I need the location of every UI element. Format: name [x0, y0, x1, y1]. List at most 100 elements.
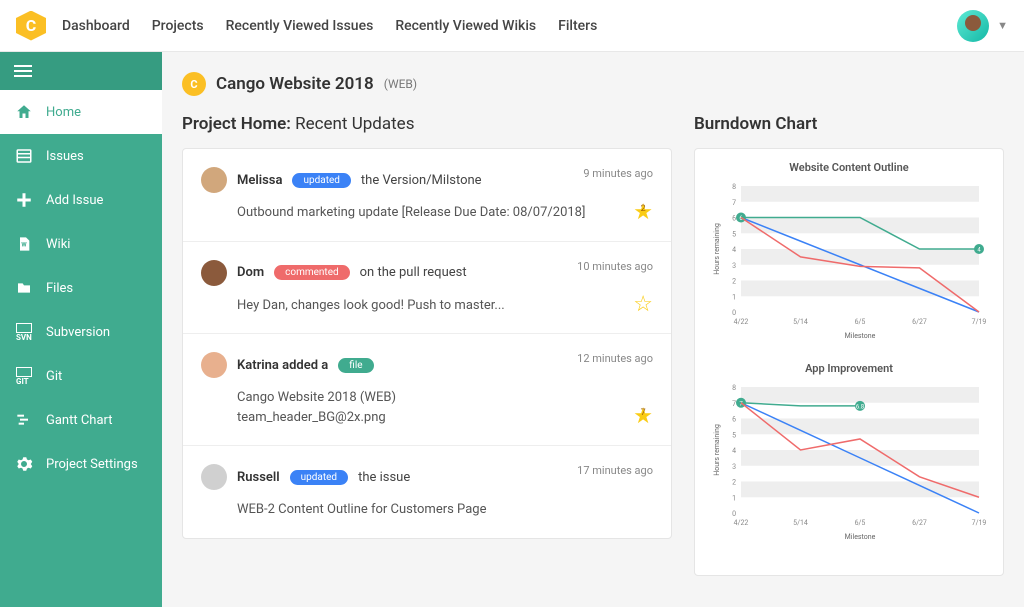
svg-text:5: 5 [732, 230, 736, 238]
chart-title: Website Content Outline [709, 161, 989, 174]
svg-text:3: 3 [732, 463, 736, 471]
section-title-sub: Recent Updates [295, 114, 414, 134]
update-body: Cango Website 2018 (WEB) team_header_BG@… [237, 388, 653, 427]
update-avatar [201, 352, 227, 378]
update-body: WEB-2 Content Outline for Customers Page [237, 500, 653, 520]
svg-text:0: 0 [732, 510, 736, 518]
update-user: Russell [237, 470, 280, 485]
update-body: Hey Dan, changes look good! Push to mast… [237, 296, 653, 316]
svg-text:5/14: 5/14 [793, 519, 808, 527]
svg-text:6.8: 6.8 [856, 403, 865, 410]
topnav-item-filters[interactable]: Filters [558, 18, 597, 34]
svg-text:4: 4 [732, 447, 736, 455]
svg-text:5/14: 5/14 [793, 318, 808, 326]
update-user: Dom [237, 265, 264, 280]
topnav-item-dashboard[interactable]: Dashboard [62, 18, 130, 34]
hamburger-button[interactable] [0, 52, 162, 90]
svg-text:8: 8 [732, 183, 736, 191]
star-icon[interactable]: ☆ [633, 292, 653, 317]
update-time: 12 minutes ago [577, 352, 653, 365]
sidebar-item-label: Project Settings [46, 457, 138, 472]
update-badge: updated [290, 470, 348, 485]
svg-text:Milestone: Milestone [845, 533, 876, 541]
sidebar-item-issues[interactable]: Issues [0, 134, 162, 178]
sidebar-item-home[interactable]: Home [0, 90, 162, 134]
svg-text:6/27: 6/27 [912, 519, 927, 527]
svg-text:6/27: 6/27 [912, 318, 927, 326]
svg-text:6/5: 6/5 [855, 519, 866, 527]
update-tail: the Version/Milstone [361, 173, 482, 188]
topnav-item-recently-viewed-wikis[interactable]: Recently Viewed Wikis [395, 18, 536, 34]
update-time: 10 minutes ago [577, 260, 653, 273]
svg-text:W: W [21, 242, 27, 249]
svg-text:7/19: 7/19 [972, 318, 987, 326]
chart-title: App Improvement [709, 362, 989, 375]
svg-text:2: 2 [732, 278, 736, 286]
user-avatar[interactable] [957, 10, 989, 42]
sidebar-item-files[interactable]: Files [0, 266, 162, 310]
sidebar-item-label: Subversion [46, 325, 110, 340]
project-key: (WEB) [384, 77, 417, 91]
home-icon [14, 102, 34, 122]
sidebar-item-git[interactable]: GIT Git [0, 354, 162, 398]
update-tail: the issue [358, 470, 410, 485]
update-body: Outbound marketing update [Release Due D… [237, 203, 653, 223]
update-avatar [201, 464, 227, 490]
svg-text:7: 7 [732, 199, 736, 207]
burndown-card: Website Content Outline0123456784/225/14… [694, 148, 1004, 576]
svg-text:Hours remaining: Hours remaining [713, 424, 721, 476]
svg-text:5: 5 [732, 431, 736, 439]
svg-text:4: 4 [732, 246, 736, 254]
svg-text:6: 6 [732, 215, 736, 223]
sidebar-item-subversion[interactable]: SVN Subversion [0, 310, 162, 354]
sidebar-item-project-settings[interactable]: Project Settings [0, 442, 162, 486]
svg-text:4/22: 4/22 [734, 519, 749, 527]
updates-list: Melissaupdatedthe Version/Milstone9 minu… [182, 148, 672, 539]
sidebar-item-gantt-chart[interactable]: Gantt Chart [0, 398, 162, 442]
update-avatar [201, 260, 227, 286]
git-icon: GIT [14, 366, 34, 386]
star-icon[interactable]: ★7 [633, 404, 653, 429]
svg-text:0: 0 [732, 309, 736, 317]
update-avatar [201, 167, 227, 193]
svg-text:7: 7 [732, 400, 736, 408]
section-title-home: Project Home: Recent Updates [182, 114, 672, 134]
update-item[interactable]: Russell updated the issue 17 minutes ago WEB… [183, 446, 671, 538]
topnav-item-projects[interactable]: Projects [152, 18, 204, 34]
update-item[interactable]: Melissaupdatedthe Version/Milstone9 minu… [183, 149, 671, 242]
update-user: Melissa [237, 173, 282, 188]
svg-text:7/19: 7/19 [972, 519, 987, 527]
plus-icon [14, 190, 34, 210]
app-logo[interactable]: C [16, 11, 46, 41]
svg-text:6: 6 [732, 416, 736, 424]
update-badge: commented [274, 265, 350, 280]
svg-text:8: 8 [732, 384, 736, 392]
project-name: Cango Website 2018 [216, 74, 374, 94]
gantt-icon [14, 410, 34, 430]
doc-icon: W [14, 234, 34, 254]
svg-text:2: 2 [732, 479, 736, 487]
chevron-down-icon[interactable]: ▼ [997, 19, 1008, 32]
sidebar-item-wiki[interactable]: WWiki [0, 222, 162, 266]
update-item[interactable]: Katrina added afile12 minutes agoCango W… [183, 334, 671, 446]
sidebar-item-add-issue[interactable]: Add Issue [0, 178, 162, 222]
sidebar-item-label: Files [46, 281, 73, 296]
update-item[interactable]: Dom commented on the pull request 10 minute… [183, 242, 671, 335]
update-user: Katrina added a [237, 358, 328, 373]
star-icon[interactable]: ★2 [633, 200, 653, 225]
project-logo: C [182, 72, 206, 96]
burndown-chart: Website Content Outline0123456784/225/14… [709, 161, 989, 344]
svn-icon: SVN [14, 322, 34, 342]
svg-text:Milestone: Milestone [845, 332, 876, 340]
hamburger-icon [14, 65, 32, 77]
folder-icon [14, 278, 34, 298]
sidebar-item-label: Home [46, 105, 81, 120]
update-badge: updated [292, 173, 350, 188]
update-time: 17 minutes ago [577, 464, 653, 477]
topnav-item-recently-viewed-issues[interactable]: Recently Viewed Issues [226, 18, 374, 34]
section-title-label: Project Home: [182, 114, 291, 134]
update-tail: on the pull request [360, 265, 467, 280]
sidebar-item-label: Git [46, 369, 62, 384]
list-icon [14, 146, 34, 166]
svg-text:4/22: 4/22 [734, 318, 749, 326]
